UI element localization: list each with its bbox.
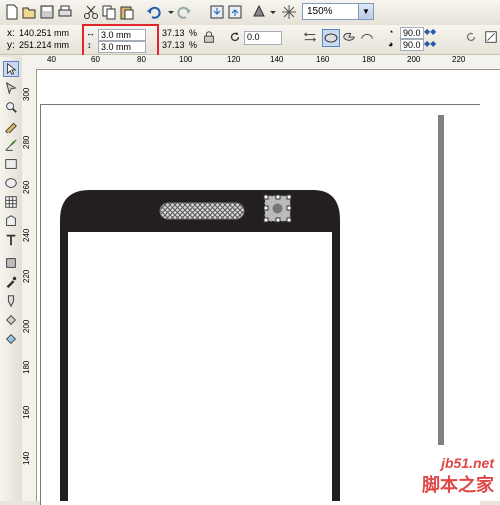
page-shadow (438, 115, 444, 445)
ruler-label: 180 (22, 360, 31, 374)
interactive-tool-icon[interactable] (3, 255, 19, 271)
chevron-down-icon[interactable]: ▼ (358, 4, 373, 19)
end-angle-spinner-icon[interactable]: ◆◆ (424, 39, 436, 48)
scale-y-field[interactable]: 37.13 (160, 40, 186, 52)
property-bar: x: 140.251 mm y: 251.214 mm ↔ 3.0 mm ↕ 3… (0, 25, 500, 55)
pie-mode-icon[interactable] (342, 30, 356, 44)
zoom-tool-icon[interactable] (3, 99, 19, 115)
mirror-icon[interactable] (303, 30, 317, 44)
y-position-label: y: (7, 40, 15, 51)
toolbox (0, 57, 23, 501)
undo-icon[interactable] (145, 3, 163, 21)
ruler-label: 60 (91, 55, 100, 64)
ruler-label: 220 (452, 55, 466, 64)
freehand-tool-icon[interactable] (3, 118, 19, 134)
ruler-label: 160 (22, 405, 31, 419)
x-position-field[interactable]: 140.251 mm (17, 28, 79, 40)
ruler-label: 160 (316, 55, 330, 64)
basic-shapes-tool-icon[interactable] (3, 213, 19, 229)
watermark-url: jb51.net (441, 455, 494, 471)
percent-y-label: % (189, 40, 198, 50)
copy-icon[interactable] (100, 3, 118, 21)
rotate-icon (228, 30, 242, 44)
save-icon[interactable] (38, 3, 56, 21)
ruler-label: 40 (47, 55, 56, 64)
ruler-label: 280 (22, 135, 31, 149)
zoom-level-select[interactable]: 150% ▼ (302, 3, 374, 20)
convert-to-curves-icon[interactable] (484, 30, 498, 44)
ruler-label: 80 (137, 55, 146, 64)
paste-icon[interactable] (118, 3, 136, 21)
selected-camera-object (263, 194, 292, 223)
end-angle-icon: ◕ (388, 39, 394, 49)
ruler-label: 200 (407, 55, 421, 64)
outline-tool-icon[interactable] (3, 293, 19, 309)
start-angle-field[interactable]: 90.0 (400, 27, 424, 39)
percent-x-label: % (189, 28, 198, 38)
standard-toolbar: 150% ▼ (0, 0, 500, 26)
start-angle-spinner-icon[interactable]: ◆◆ (424, 27, 436, 36)
zoom-level-value: 150% (307, 6, 333, 17)
rectangle-tool-icon[interactable] (3, 156, 19, 172)
rotation-field[interactable]: 0.0 (244, 31, 282, 45)
y-position-field[interactable]: 251.214 mm (17, 40, 79, 52)
welcome-screen-icon[interactable] (280, 3, 298, 21)
print-icon[interactable] (56, 3, 74, 21)
end-angle-field[interactable]: 90.0 (400, 39, 424, 51)
import-icon[interactable] (208, 3, 226, 21)
ellipse-mode-icon[interactable] (322, 29, 340, 47)
eyedropper-tool-icon[interactable] (3, 274, 19, 290)
ruler-label: 240 (22, 228, 31, 242)
arc-mode-icon[interactable] (360, 30, 374, 44)
scale-x-field[interactable]: 37.13 (160, 28, 186, 40)
horizontal-ruler[interactable]: 40 60 80 100 120 140 160 180 200 220 (22, 55, 500, 70)
ruler-label: 140 (270, 55, 284, 64)
speaker-grille (159, 202, 245, 220)
ruler-label: 260 (22, 180, 31, 194)
start-angle-icon: ◔ (388, 27, 394, 37)
interactive-fill-tool-icon[interactable] (3, 331, 19, 347)
open-document-icon[interactable] (20, 3, 38, 21)
new-document-icon[interactable] (3, 3, 21, 21)
ruler-label: 100 (179, 55, 193, 64)
ruler-label: 300 (22, 87, 31, 101)
smart-fill-tool-icon[interactable] (3, 137, 19, 153)
direction-icon[interactable] (464, 30, 478, 44)
ellipse-tool-icon[interactable] (3, 175, 19, 191)
fill-tool-icon[interactable] (3, 312, 19, 328)
ruler-label: 120 (227, 55, 241, 64)
phone-drawing[interactable] (60, 190, 345, 501)
vertical-ruler[interactable]: 300 280 260 240 220 200 180 160 140 (22, 69, 37, 501)
ruler-label: 140 (22, 451, 31, 465)
export-icon[interactable] (226, 3, 244, 21)
redo-icon[interactable] (175, 3, 193, 21)
text-tool-icon[interactable] (3, 232, 19, 248)
watermark-text: 脚本之家 (422, 475, 494, 495)
shape-tool-icon[interactable] (3, 80, 19, 96)
ruler-label: 220 (22, 269, 31, 283)
x-position-label: x: (7, 28, 15, 39)
ruler-label: 180 (362, 55, 376, 64)
cut-icon[interactable] (82, 3, 100, 21)
lock-ratio-icon[interactable] (202, 30, 216, 44)
pick-tool-icon[interactable] (3, 61, 19, 77)
graph-paper-tool-icon[interactable] (3, 194, 19, 210)
watermark: jb51.net 脚本之家 (422, 455, 494, 497)
ruler-label: 200 (22, 319, 31, 333)
